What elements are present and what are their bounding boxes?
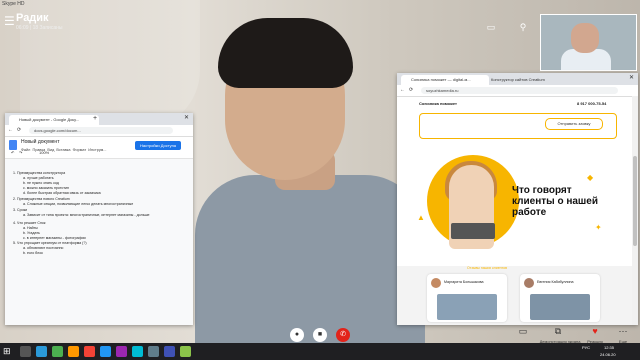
site-tab-creatium[interactable]: Конструктор сайтов Creatium — [481, 75, 569, 85]
heart-icon[interactable]: ♥ — [589, 326, 601, 336]
site-scrollbar[interactable] — [632, 96, 638, 325]
hero-title: Что говорят клиенты о нашей работе — [512, 185, 598, 218]
reviewer-name: Евгения Кабибуллина — [537, 280, 574, 284]
video-icon[interactable]: ■ — [313, 328, 327, 342]
taskbar-app-icon[interactable] — [132, 346, 143, 357]
taskbar-app-icon[interactable] — [20, 346, 31, 357]
review-video[interactable] — [530, 294, 590, 320]
star-icon: ◆ — [587, 173, 594, 182]
doc-line: 3. Сроки — [13, 208, 28, 212]
call-status: 06:09 | 18 Записаны — [16, 25, 63, 31]
docs-tab[interactable]: Новый документ - Google Доку... — [9, 115, 99, 125]
doc-line: c. можно заказать прототип — [23, 186, 69, 190]
site-brand[interactable]: Союзника поможет — [419, 101, 457, 106]
self-view[interactable] — [540, 14, 637, 71]
doc-line: 1. Преимущества конструктора — [13, 171, 66, 175]
taskbar-app-icon[interactable] — [180, 346, 191, 357]
doc-line: b. euro блок — [23, 251, 43, 255]
share-screen-icon[interactable]: ⧉ — [552, 326, 564, 337]
doc-line: 4. Что решает Спок — [13, 221, 46, 225]
clock-time[interactable]: 12:35 — [604, 345, 614, 350]
avatar — [524, 278, 534, 288]
reviews-section: Отзывы наших клиентов Маргарита Большако… — [397, 266, 638, 325]
reviewer-name: Маргарита Большакова — [444, 280, 484, 284]
docs-window[interactable]: Новый документ - Google Доку... + ✕ ← ⟳ … — [5, 113, 193, 325]
docs-toolbar: ↶ ↷ 100% — [5, 148, 193, 159]
review-card[interactable]: Маргарита Большакова — [427, 274, 507, 322]
end-call-icon[interactable]: ✆ — [336, 328, 350, 342]
doc-line: c. в интернет магазины - фотографии — [23, 236, 86, 240]
star-icon: ▲ — [417, 213, 425, 222]
add-person-icon[interactable]: ⚲ — [516, 22, 530, 33]
refresh-icon[interactable]: ⟳ — [409, 87, 413, 93]
back-icon[interactable]: ← — [8, 127, 13, 133]
star-icon: ✦ — [595, 223, 602, 232]
review-card[interactable]: Евгения Кабибуллина — [520, 274, 600, 322]
site-phone[interactable]: 8 917 000-75-54 — [577, 101, 606, 106]
laptop-icon — [451, 223, 495, 239]
caller-name: Радик — [16, 12, 49, 24]
remote-participant-hair — [218, 18, 353, 88]
doc-line: b. Угадать — [23, 231, 40, 235]
review-video[interactable] — [437, 294, 497, 320]
more-icon[interactable]: ⋯ — [617, 326, 629, 337]
clock-date[interactable]: 24.06.20 — [600, 352, 616, 357]
doc-line: 2. Преимущества нового Creatium — [13, 197, 70, 201]
taskbar-app-icon[interactable] — [164, 346, 175, 357]
back-icon[interactable]: ← — [400, 87, 405, 93]
redo-icon[interactable]: ↷ — [19, 150, 22, 155]
doc-line: b. не нужно знать код — [23, 181, 59, 185]
doc-title[interactable]: Новый документ — [21, 139, 59, 145]
language-indicator[interactable]: РУС — [582, 345, 590, 350]
remote-participant-shirt — [195, 175, 425, 343]
reviews-label: Отзывы наших клиентов — [467, 266, 507, 270]
site-tab-active[interactable]: Союзника поможет — digital-м... — [401, 75, 489, 85]
scrollbar-thumb[interactable] — [633, 156, 637, 246]
app-title: Skype HD — [2, 1, 25, 7]
windows-start-icon[interactable]: ⊞ — [3, 346, 14, 357]
doc-line: a. обновляют постоянно — [23, 246, 64, 250]
mic-icon[interactable]: ● — [290, 328, 304, 342]
doc-line: d. более быстрая обратная связь от заказ… — [23, 191, 101, 195]
docs-canvas: 1. Преимущества конструктора a. лучше ра… — [5, 159, 193, 325]
avatar — [431, 278, 441, 288]
site-window[interactable]: Союзника поможет — digital-м... Конструк… — [397, 73, 638, 325]
taskbar-app-icon[interactable] — [84, 346, 95, 357]
close-icon[interactable]: ✕ — [184, 114, 189, 121]
taskbar-app-icon[interactable] — [52, 346, 63, 357]
taskbar-app-icon[interactable] — [68, 346, 79, 357]
layout-icon[interactable]: ▭ — [484, 22, 498, 33]
menu-icon[interactable]: ☰ — [4, 14, 15, 28]
refresh-icon[interactable]: ⟳ — [17, 127, 21, 133]
site-urlbar: ← ⟳ soyuzhkamedia.ru — [397, 85, 638, 97]
taskbar-app-icon[interactable] — [148, 346, 159, 357]
site-tabstrip: Союзника поможет — digital-м... Конструк… — [397, 73, 638, 85]
doc-line: a. Зависит от типа проекта: многостранич… — [23, 213, 150, 217]
doc-line: a. Сложные секции, позволяющие легко дел… — [23, 202, 134, 206]
taskbar-app-icon[interactable] — [116, 346, 127, 357]
zoom-select[interactable]: 100% — [39, 150, 49, 155]
taskbar-app-icon[interactable] — [36, 346, 47, 357]
site-url[interactable]: soyuzhkamedia.ru — [421, 87, 618, 94]
docs-url[interactable]: docs.google.com/docum... — [29, 127, 173, 134]
cta-button[interactable]: Отправить заявку — [545, 118, 603, 130]
close-icon[interactable]: ✕ — [629, 74, 634, 81]
doc-line: a. Найты — [23, 226, 38, 230]
taskbar-app-icon[interactable] — [100, 346, 111, 357]
new-tab-icon[interactable]: + — [93, 115, 97, 122]
doc-line: a. лучше работать — [23, 176, 54, 180]
layout-icon[interactable]: ▭ — [517, 326, 529, 337]
self-view-face — [571, 23, 599, 53]
docs-tabstrip: Новый документ - Google Доку... + ✕ — [5, 113, 193, 125]
undo-icon[interactable]: ↶ — [11, 150, 14, 155]
doc-line: 5. Что упрощает креатиум от платформа (?… — [13, 241, 87, 245]
docs-urlbar: ← ⟳ docs.google.com/docum... — [5, 125, 193, 137]
taskbar: ⊞ РУС 12:35 24.06.20 — [0, 343, 640, 360]
